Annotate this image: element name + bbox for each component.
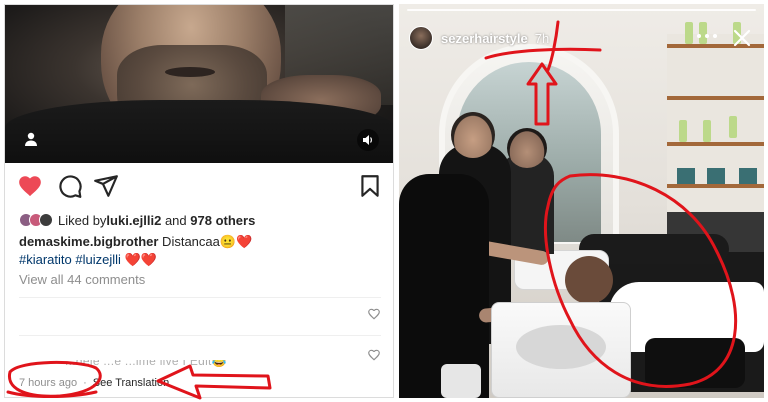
- small-heart-icon[interactable]: [367, 348, 381, 362]
- more-dots-icon[interactable]: [694, 28, 720, 44]
- post-action-bar: [17, 173, 383, 203]
- likes-summary[interactable]: Liked by luki.ejlli2 and 978 others: [19, 210, 255, 230]
- view-all-comments-link[interactable]: View all 44 comments: [19, 272, 145, 287]
- meta-separator: ·: [83, 377, 87, 389]
- instagram-post: Liked by luki.ejlli2 and 978 others dema…: [4, 4, 394, 398]
- liker-avatars: [19, 213, 53, 227]
- bookmark-icon[interactable]: [357, 173, 383, 199]
- see-translation-link[interactable]: See Translation: [93, 377, 169, 389]
- product: [729, 116, 737, 138]
- product-box: [707, 168, 725, 184]
- liked-by-prefix: Liked by: [58, 212, 107, 228]
- close-icon[interactable]: [732, 28, 752, 48]
- story-header[interactable]: sezerhairstyle 7h: [409, 26, 549, 50]
- shelf: [667, 142, 764, 146]
- story-time: 7h: [534, 30, 550, 46]
- post-meta: 7 hours ago · See Translation: [19, 377, 169, 389]
- post-time: 7 hours ago: [19, 377, 78, 389]
- user-icon[interactable]: [23, 131, 39, 147]
- shelf: [667, 96, 764, 100]
- product: [685, 22, 693, 44]
- stylist-one-head: [451, 112, 495, 158]
- liked-by-joiner: and: [161, 212, 191, 228]
- small-heart-icon[interactable]: [367, 307, 381, 321]
- product: [679, 120, 687, 142]
- instagram-story[interactable]: sezerhairstyle 7h: [399, 4, 764, 398]
- post-caption: demaskime.bigbrother Distancaa😐❤️: [19, 233, 389, 251]
- stylist-two-head: [507, 128, 547, 168]
- front-sink: [491, 302, 631, 398]
- speaker-icon[interactable]: [357, 129, 379, 151]
- bottle-bag: [441, 364, 481, 398]
- caption-text: Distancaa😐❤️: [158, 234, 253, 249]
- product-box: [739, 168, 757, 184]
- avatar[interactable]: [409, 26, 433, 50]
- cut-off-comment: ...deje ...e ...ime live I Edit😂: [65, 360, 227, 368]
- liked-by-count[interactable]: 978 others: [190, 213, 255, 228]
- caption-hashtags[interactable]: #kiaratito #luizejlli ❤️❤️: [19, 251, 157, 269]
- shelf: [667, 184, 764, 188]
- divider: [19, 297, 381, 298]
- client-bag: [645, 338, 745, 388]
- client-hair: [565, 256, 613, 304]
- product-box: [677, 168, 695, 184]
- video-cape: [5, 100, 393, 163]
- heart-filled-icon[interactable]: [17, 173, 43, 199]
- story-username[interactable]: sezerhairstyle: [441, 31, 528, 46]
- product: [703, 120, 711, 142]
- story-progress-bar: [407, 9, 756, 11]
- post-video[interactable]: [5, 5, 393, 163]
- caption-username[interactable]: demaskime.bigbrother: [19, 234, 158, 249]
- comment-bubble-icon[interactable]: [57, 173, 83, 199]
- video-mouth: [165, 67, 215, 77]
- sink-bowl: [516, 325, 606, 369]
- paper-plane-icon[interactable]: [93, 173, 119, 199]
- divider: [19, 335, 381, 336]
- liked-by-user[interactable]: luki.ejlli2: [106, 213, 161, 228]
- avatar: [39, 213, 53, 227]
